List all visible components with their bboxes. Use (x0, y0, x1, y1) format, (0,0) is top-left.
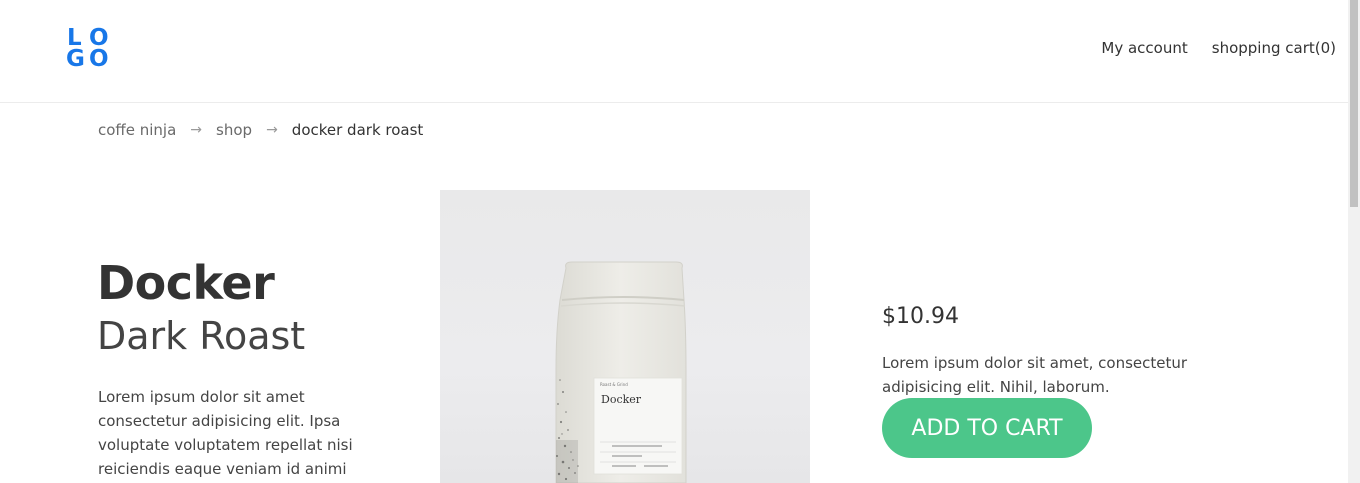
product-short-description: Lorem ipsum dolor sit amet consectetur a… (98, 388, 353, 478)
logo-letter: G (66, 46, 85, 72)
product-description: Lorem ipsum dolor sit amet, consectetur … (882, 354, 1188, 396)
breadcrumb-arrow-icon: → (190, 122, 203, 138)
breadcrumb-shop[interactable]: shop (216, 121, 252, 139)
site-header: L O G O My account shopping cart(0) (0, 0, 1348, 103)
product-price: $10.94 (882, 304, 959, 329)
breadcrumb: coffe ninja → shop → docker dark roast (98, 121, 423, 139)
breadcrumb-current: docker dark roast (291, 121, 424, 139)
top-nav: My account shopping cart(0) (1101, 39, 1336, 57)
page-scrollbar[interactable] (1348, 0, 1360, 483)
shopping-cart-link[interactable]: shopping cart(0) (1212, 39, 1336, 57)
logo[interactable]: L O G O (66, 27, 112, 71)
scrollbar-thumb[interactable] (1350, 0, 1358, 207)
add-to-cart-button[interactable]: ADD TO CART (882, 398, 1092, 458)
svg-text:Roast & Grind: Roast & Grind (600, 382, 628, 387)
breadcrumb-arrow-icon: → (266, 122, 278, 138)
product-title: Docker (97, 256, 275, 310)
product-subtitle: Dark Roast (97, 314, 306, 358)
bag-label-name: Docker (601, 393, 642, 406)
my-account-link[interactable]: My account (1101, 39, 1187, 57)
coffee-bag-illustration: Roast & Grind Docker (555, 261, 687, 483)
breadcrumb-home[interactable]: coffe ninja (98, 121, 176, 139)
product-image: Roast & Grind Docker (440, 190, 810, 483)
logo-letter: O (89, 46, 109, 72)
